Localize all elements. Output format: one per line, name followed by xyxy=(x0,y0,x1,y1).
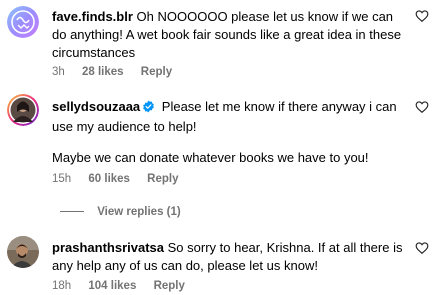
comment-username[interactable]: prashanthsrivatsa xyxy=(52,240,164,255)
view-replies-label[interactable]: View replies (1) xyxy=(97,206,181,218)
comment-likes[interactable]: 104 likes xyxy=(88,279,136,293)
comment-meta: 15h 60 likes Reply xyxy=(52,172,179,186)
comment-username[interactable]: fave.finds.blr xyxy=(52,9,133,24)
heart-outline-icon[interactable] xyxy=(415,241,429,255)
comment-text-continued: Maybe we can donate whatever books we ha… xyxy=(52,150,369,165)
comment-username[interactable]: sellydsouzaaa xyxy=(52,99,140,114)
avatar[interactable] xyxy=(7,236,39,268)
verified-badge-icon xyxy=(142,100,155,118)
comment-likes[interactable]: 28 likes xyxy=(82,65,124,79)
view-replies[interactable]: View replies (1) xyxy=(60,205,181,219)
comment-time[interactable]: 15h xyxy=(52,172,71,186)
avatar[interactable] xyxy=(7,94,39,126)
comment-time[interactable]: 18h xyxy=(52,279,71,293)
comment-text-block: prashanthsrivatsa So sorry to hear, Kris… xyxy=(52,239,408,275)
comment-text-block: Maybe we can donate whatever books we ha… xyxy=(52,149,408,167)
comment-meta: 3h 28 likes Reply xyxy=(52,65,172,79)
reply-button[interactable]: Reply xyxy=(147,172,178,186)
heart-outline-icon[interactable] xyxy=(415,9,429,23)
reply-button[interactable]: Reply xyxy=(141,65,172,79)
avatar[interactable] xyxy=(7,6,39,38)
comment-likes[interactable]: 60 likes xyxy=(88,172,130,186)
view-replies-divider xyxy=(60,211,84,213)
comment-text-block: sellydsouzaaa Please let me know if ther… xyxy=(52,98,408,136)
comment-meta: 18h 104 likes Reply xyxy=(52,279,185,293)
reply-button[interactable]: Reply xyxy=(154,279,185,293)
comment-text-block: fave.finds.blr Oh NOOOOOO please let us … xyxy=(52,8,408,62)
comment-time[interactable]: 3h xyxy=(52,65,65,79)
heart-outline-icon[interactable] xyxy=(415,100,429,114)
